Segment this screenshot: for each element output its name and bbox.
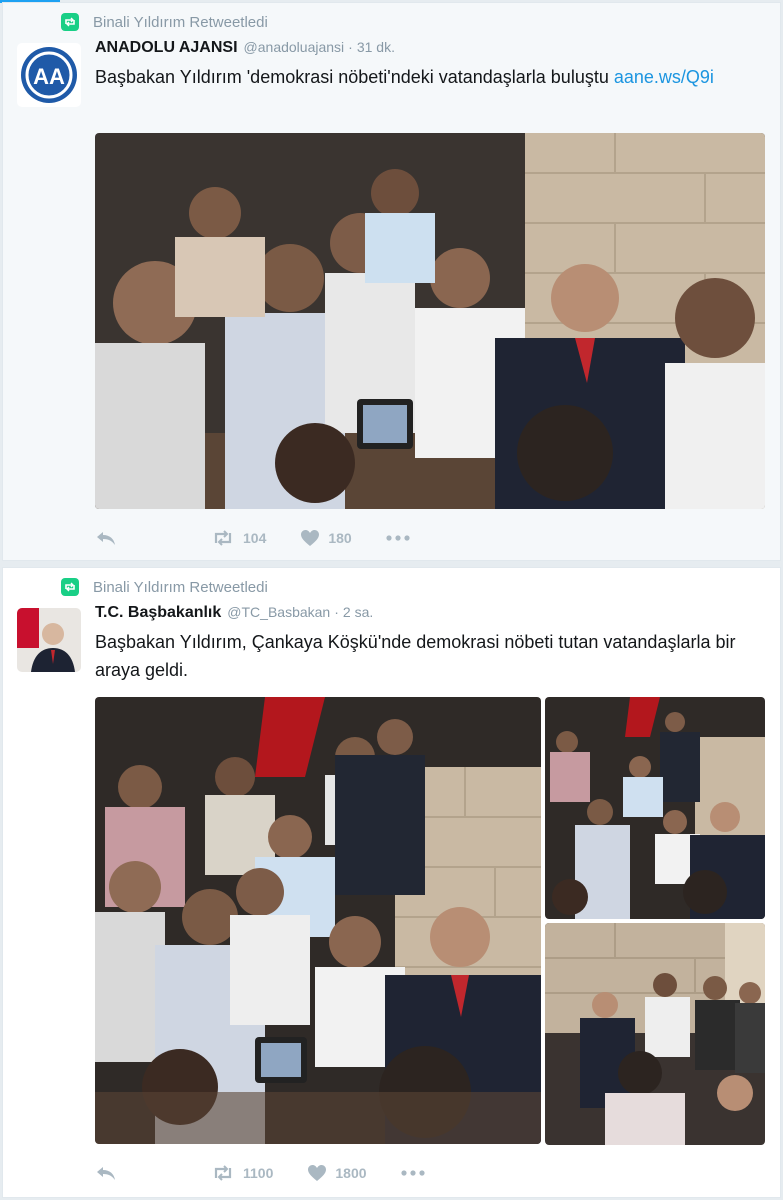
tweet-actions: 104 180 bbox=[95, 527, 444, 549]
reply-icon bbox=[97, 1167, 115, 1180]
tweet-actions: 1100 1800 bbox=[95, 1162, 459, 1184]
tweet-text: Başbakan Yıldırım, Çankaya Köşkü'nde dem… bbox=[95, 628, 755, 684]
more-icon bbox=[386, 535, 410, 541]
tweet-body: Başbakan Yıldırım 'demokrasi nöbeti'ndek… bbox=[95, 67, 609, 87]
like-icon bbox=[301, 530, 320, 546]
tweet-photo[interactable] bbox=[95, 133, 765, 509]
retweet-button[interactable]: 104 bbox=[211, 530, 266, 546]
more-button[interactable] bbox=[386, 535, 410, 541]
tweet-header: ANADOLU AJANSI @anadoluajansi · 31 dk. bbox=[95, 39, 395, 61]
tweet-photo-bottom-right[interactable] bbox=[545, 923, 765, 1145]
reply-button[interactable] bbox=[95, 530, 117, 546]
more-icon bbox=[400, 1170, 425, 1176]
like-button[interactable]: 1800 bbox=[307, 1164, 367, 1182]
retweet-icon bbox=[61, 13, 79, 31]
retweet-icon bbox=[214, 1165, 232, 1181]
separator: · bbox=[348, 39, 353, 55]
tweet-text: Başbakan Yıldırım 'demokrasi nöbeti'ndek… bbox=[95, 63, 755, 91]
tweet-anadolu[interactable]: Binali Yıldırım Retweetledi AA ANADOLU A… bbox=[2, 2, 781, 561]
tweet-basbakanlik[interactable]: Binali Yıldırım Retweetledi T.C. Başbaka… bbox=[2, 567, 781, 1198]
author-name[interactable]: T.C. Başbakanlık bbox=[95, 604, 221, 622]
like-count: 1800 bbox=[335, 1165, 367, 1181]
timestamp[interactable]: 2 sa. bbox=[343, 604, 373, 620]
timestamp[interactable]: 31 dk. bbox=[357, 39, 395, 55]
author-handle[interactable]: @TC_Basbakan bbox=[227, 604, 330, 620]
avatar[interactable] bbox=[17, 608, 81, 672]
timeline-feed: Binali Yıldırım Retweetledi AA ANADOLU A… bbox=[0, 0, 783, 1200]
tweet-photo-top-right[interactable] bbox=[545, 697, 765, 919]
retweet-label: Binali Yıldırım Retweetledi bbox=[93, 13, 268, 31]
reply-button[interactable] bbox=[95, 1165, 117, 1181]
like-button[interactable]: 180 bbox=[300, 529, 352, 547]
author-handle[interactable]: @anadoluajansi bbox=[244, 39, 345, 55]
more-button[interactable] bbox=[400, 1170, 425, 1176]
retweet-context[interactable]: Binali Yıldırım Retweetledi bbox=[61, 13, 268, 31]
tweet-photo-main[interactable] bbox=[95, 697, 541, 1144]
tweet-link[interactable]: aane.ws/Q9i bbox=[614, 67, 714, 87]
retweet-count: 104 bbox=[243, 530, 267, 546]
retweet-icon bbox=[214, 530, 232, 546]
retweet-label: Binali Yıldırım Retweetledi bbox=[93, 578, 268, 596]
avatar-logo-text: AA bbox=[33, 64, 65, 89]
reply-icon bbox=[97, 532, 115, 545]
avatar[interactable]: AA bbox=[17, 43, 81, 107]
retweet-count: 1100 bbox=[243, 1165, 274, 1181]
retweet-icon bbox=[61, 578, 79, 596]
like-count: 180 bbox=[328, 530, 352, 546]
tweet-body: Başbakan Yıldırım, Çankaya Köşkü'nde dem… bbox=[95, 632, 736, 680]
retweet-button[interactable]: 1100 bbox=[211, 1165, 273, 1181]
retweet-context[interactable]: Binali Yıldırım Retweetledi bbox=[61, 578, 268, 596]
tweet-header: T.C. Başbakanlık @TC_Basbakan · 2 sa. bbox=[95, 604, 373, 626]
separator: · bbox=[334, 604, 339, 620]
like-icon bbox=[308, 1165, 327, 1181]
author-name[interactable]: ANADOLU AJANSI bbox=[95, 39, 238, 57]
